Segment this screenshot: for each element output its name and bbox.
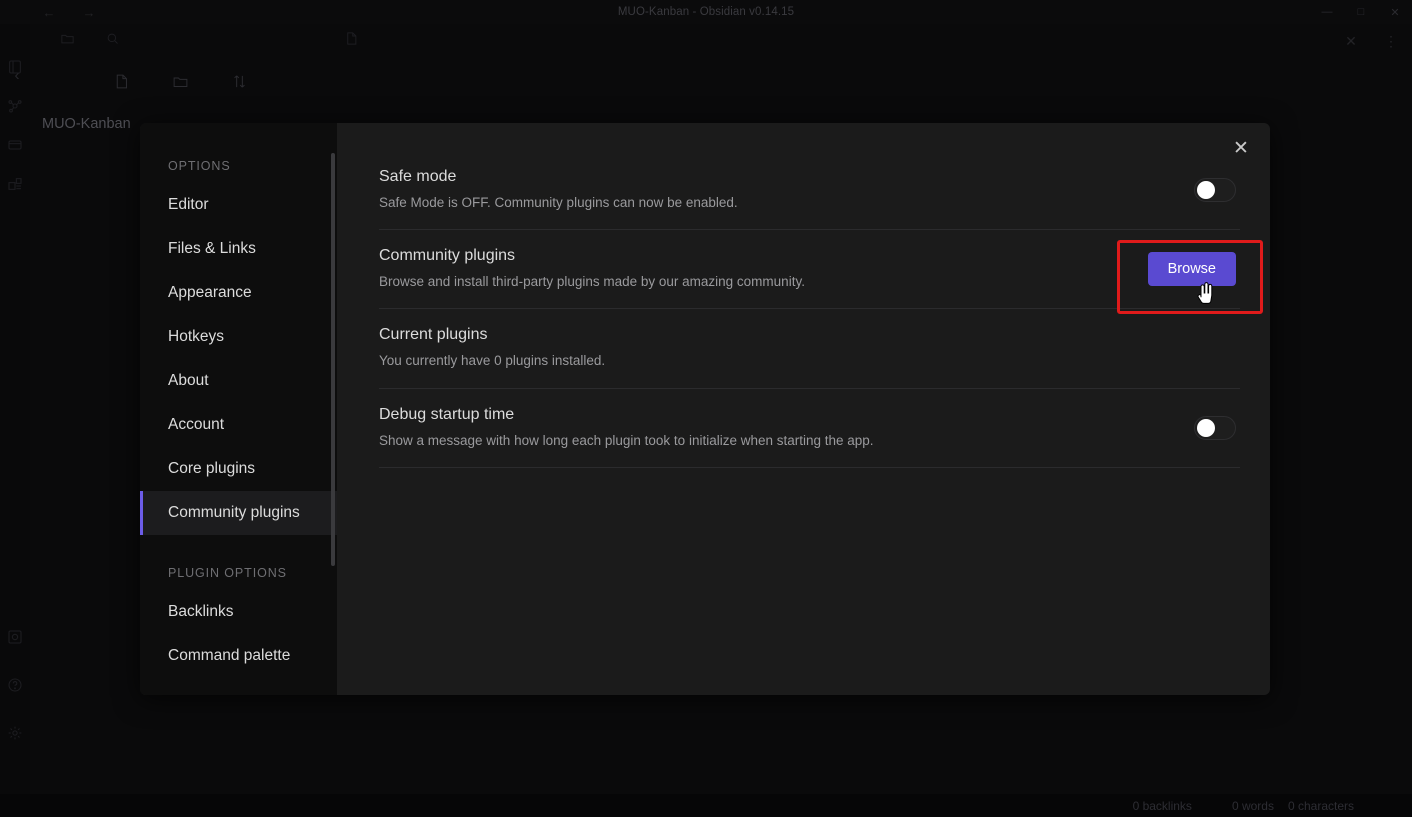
setting-description: Browse and install third-party plugins m… (379, 273, 805, 291)
settings-item-command-palette[interactable]: Command palette (140, 634, 337, 678)
new-folder-icon[interactable] (172, 73, 189, 95)
graph-view-icon[interactable] (6, 97, 24, 115)
toggle-knob (1197, 181, 1215, 199)
sidebar-item-label: Editor (168, 196, 209, 214)
settings-item-appearance[interactable]: Appearance (140, 271, 337, 315)
setting-description: You currently have 0 plugins installed. (379, 352, 605, 370)
setting-row-safe-mode: Safe mode Safe Mode is OFF. Community plu… (379, 151, 1240, 230)
tab-left-group (344, 31, 359, 51)
setting-info: Community plugins Browse and install thir… (379, 247, 805, 291)
obsidian-app-window: ← → MUO-Kanban - Obsidian v0.14.15 — □ ✕ (0, 0, 1412, 817)
status-backlinks: 0 backlinks (1133, 799, 1192, 813)
canvas-icon[interactable] (6, 136, 24, 154)
status-word-count-group: 0 words 0 characters (1232, 799, 1354, 813)
setting-info: Safe mode Safe Mode is OFF. Community plu… (379, 168, 738, 212)
tab-more-options-icon[interactable]: ⋮ (1384, 33, 1398, 50)
settings-gear-icon[interactable] (6, 724, 24, 742)
setting-control (1194, 416, 1240, 440)
setting-name: Community plugins (379, 247, 805, 265)
search-icon[interactable] (105, 31, 120, 51)
settings-plugin-options-list: Backlinks Command palette (140, 590, 337, 678)
help-icon[interactable] (6, 676, 24, 694)
tab-right-group: ✕ ⋮ (1344, 33, 1398, 50)
workspaces-icon[interactable] (6, 175, 24, 193)
settings-plugin-options-heading: PLUGIN OPTIONS (140, 535, 337, 590)
settings-sidebar: OPTIONS Editor Files & Links Appearance Hot… (140, 123, 337, 695)
settings-content: ✕ Safe mode Safe Mode is OFF. Community p… (337, 123, 1270, 695)
setting-row-current-plugins: Current plugins You currently have 0 plug… (379, 309, 1240, 388)
left-ribbon (0, 24, 30, 794)
title-bar: ← → MUO-Kanban - Obsidian v0.14.15 — □ ✕ (0, 0, 1412, 24)
maximize-icon[interactable]: □ (1344, 0, 1378, 24)
explorer-toolbar (30, 58, 330, 104)
settings-modal: OPTIONS Editor Files & Links Appearance Hot… (140, 123, 1270, 695)
settings-item-core-plugins[interactable]: Core plugins (140, 447, 337, 491)
settings-item-about[interactable]: About (140, 359, 337, 403)
settings-item-community-plugins[interactable]: Community plugins (140, 491, 337, 535)
minimize-icon[interactable]: — (1310, 0, 1344, 24)
main-tab-bar: ✕ ⋮ (330, 24, 1412, 58)
setting-row-debug-startup-time: Debug startup time Show a message with ho… (379, 389, 1240, 468)
setting-description: Safe Mode is OFF. Community plugins can … (379, 194, 738, 212)
ribbon-bottom-group (6, 628, 24, 742)
setting-info: Debug startup time Show a message with ho… (379, 406, 874, 450)
sidebar-item-label: Core plugins (168, 460, 255, 478)
toggle-switch[interactable] (1194, 416, 1236, 440)
forward-icon[interactable]: → (82, 6, 96, 19)
back-icon[interactable]: ← (42, 6, 56, 19)
vault-image-icon[interactable] (6, 628, 24, 646)
setting-name: Current plugins (379, 326, 605, 344)
settings-rows: Safe mode Safe Mode is OFF. Community plu… (379, 151, 1240, 468)
settings-item-hotkeys[interactable]: Hotkeys (140, 315, 337, 359)
sidebar-item-label: Community plugins (168, 504, 300, 522)
sidebar-item-label: Account (168, 416, 224, 434)
toggle-knob (1197, 419, 1215, 437)
sort-icon[interactable] (231, 73, 248, 95)
explorer-tab-bar (30, 24, 330, 58)
sidebar-item-label: Command palette (168, 647, 290, 665)
document-icon[interactable] (344, 31, 359, 51)
sidebar-item-label: About (168, 372, 209, 390)
setting-name: Debug startup time (379, 406, 874, 424)
settings-item-editor[interactable]: Editor (140, 183, 337, 227)
toggle-switch[interactable] (1194, 178, 1236, 202)
sidebar-item-label: Appearance (168, 284, 252, 302)
collapse-left-sidebar-icon[interactable]: ‹ (6, 64, 28, 86)
settings-item-account[interactable]: Account (140, 403, 337, 447)
status-words: 0 words (1232, 799, 1274, 813)
browse-button[interactable]: Browse (1148, 252, 1236, 286)
new-note-icon[interactable] (113, 73, 130, 95)
settings-close-icon[interactable]: ✕ (1226, 133, 1256, 163)
settings-options-list: Editor Files & Links Appearance Hotkeys Abou… (140, 183, 337, 535)
files-icon[interactable] (60, 31, 75, 51)
status-characters: 0 characters (1288, 799, 1354, 813)
window-title: MUO-Kanban - Obsidian v0.14.15 (0, 6, 1412, 18)
setting-control (1194, 178, 1240, 202)
setting-row-community-plugins: Community plugins Browse and install thir… (379, 230, 1240, 309)
sidebar-item-label: Hotkeys (168, 328, 224, 346)
setting-control: Browse (1148, 252, 1240, 286)
settings-item-files-links[interactable]: Files & Links (140, 227, 337, 271)
status-bar: 0 backlinks 0 words 0 characters (0, 794, 1412, 817)
settings-item-backlinks[interactable]: Backlinks (140, 590, 337, 634)
sidebar-item-label: Backlinks (168, 603, 233, 621)
nav-arrows: ← → (42, 6, 96, 19)
tab-close-icon[interactable]: ✕ (1344, 33, 1358, 50)
setting-info: Current plugins You currently have 0 plug… (379, 326, 605, 370)
setting-name: Safe mode (379, 168, 738, 186)
settings-sidebar-scrollbar[interactable] (331, 153, 335, 566)
sidebar-item-label: Files & Links (168, 240, 256, 258)
window-controls: — □ ✕ (1310, 0, 1412, 24)
settings-options-heading: OPTIONS (140, 159, 337, 183)
setting-description: Show a message with how long each plugin… (379, 432, 874, 450)
window-close-icon[interactable]: ✕ (1378, 0, 1412, 24)
